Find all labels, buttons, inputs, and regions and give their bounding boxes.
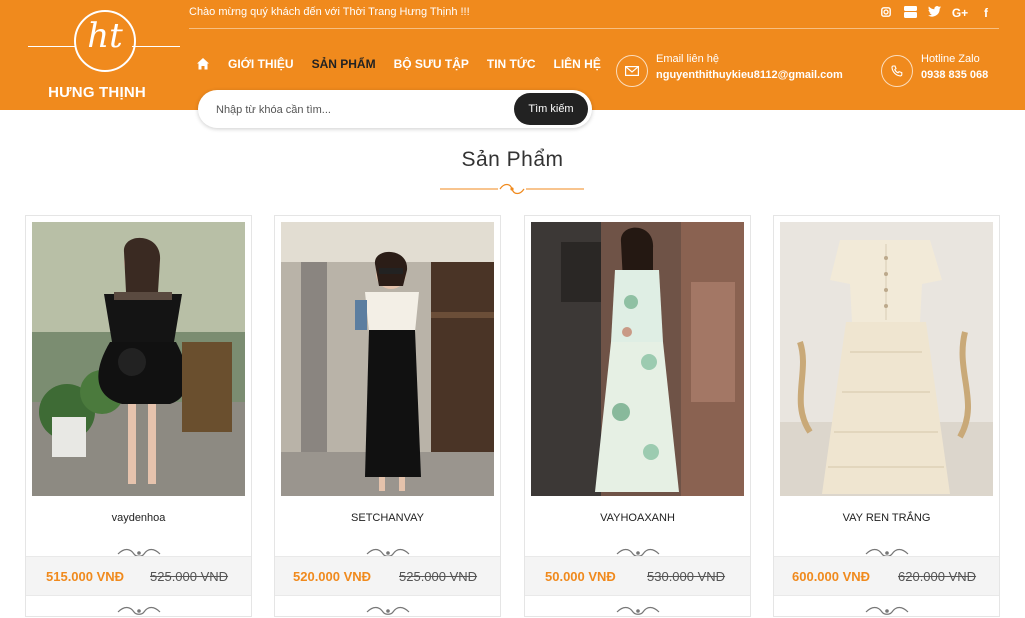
- product-name[interactable]: vaydenhoa: [26, 512, 251, 524]
- product-price: 50.000 VNĐ: [545, 569, 616, 584]
- main-nav: GIỚI THIỆU SẢN PHẨM BỘ SƯU TẬP TIN TỨC L…: [196, 57, 601, 71]
- product-price: 600.000 VNĐ: [792, 569, 871, 584]
- product-name[interactable]: SETCHANVAY: [275, 512, 500, 524]
- nav-item-lien-he[interactable]: LIÊN HỆ: [554, 57, 601, 71]
- top-divider: [189, 28, 999, 29]
- facebook-icon[interactable]: f: [979, 6, 993, 21]
- search-input[interactable]: [214, 90, 498, 130]
- mail-icon: [616, 55, 648, 87]
- product-name[interactable]: VAYHOAXANH: [525, 512, 750, 524]
- instagram-icon[interactable]: [879, 6, 893, 21]
- logo-monogram: ht: [87, 16, 123, 56]
- twitter-icon[interactable]: [927, 6, 941, 21]
- product-name[interactable]: VAY REN TRẮNG: [774, 512, 999, 524]
- google-plus-icon[interactable]: G+: [951, 6, 969, 21]
- price-row: 520.000 VNĐ 525.000 VNĐ: [275, 556, 500, 596]
- product-image[interactable]: [281, 222, 494, 496]
- home-icon[interactable]: [196, 57, 210, 71]
- ornament-icon: [616, 606, 660, 615]
- logo-flourish-left: [28, 46, 76, 47]
- ornament-icon: [117, 606, 161, 615]
- product-old-price: 525.000 VNĐ: [150, 569, 229, 584]
- nav-item-san-pham[interactable]: SẢN PHẨM: [312, 57, 376, 71]
- section-title: Sản Phẩm: [461, 148, 564, 171]
- product-card[interactable]: VAYHOAXANH 50.000 VNĐ 530.000 VNĐ: [524, 215, 751, 617]
- hotline-value[interactable]: 0938 835 068: [921, 69, 988, 81]
- product-card[interactable]: vaydenhoa 515.000 VNĐ 525.000 VNĐ: [25, 215, 252, 617]
- price-row: 50.000 VNĐ 530.000 VNĐ: [525, 556, 750, 596]
- brand-name: HƯNG THỊNH: [48, 84, 146, 101]
- price-row: 600.000 VNĐ 620.000 VNĐ: [774, 556, 999, 596]
- price-row: 515.000 VNĐ 525.000 VNĐ: [26, 556, 251, 596]
- email-value[interactable]: nguyenthithuykieu8112@gmail.com: [656, 69, 843, 81]
- product-price: 520.000 VNĐ: [293, 569, 372, 584]
- product-price: 515.000 VNĐ: [46, 569, 125, 584]
- product-image[interactable]: [531, 222, 744, 496]
- product-image[interactable]: [32, 222, 245, 496]
- product-card[interactable]: SETCHANVAY 520.000 VNĐ 525.000 VNĐ: [274, 215, 501, 617]
- product-card[interactable]: VAY REN TRẮNG 600.000 VNĐ 620.000 VNĐ: [773, 215, 1000, 617]
- youtube-icon[interactable]: [903, 6, 917, 21]
- social-links: G+ f: [879, 6, 993, 21]
- search-bar: Tìm kiếm: [198, 90, 592, 130]
- hotline-label: Hotline Zalo: [921, 53, 980, 65]
- product-old-price: 525.000 VNĐ: [399, 569, 478, 584]
- product-image[interactable]: [780, 222, 993, 496]
- title-divider-ornament: [440, 183, 584, 195]
- phone-icon: [881, 55, 913, 87]
- logo-flourish-right: [132, 46, 180, 47]
- email-label: Email liên hệ: [656, 53, 719, 65]
- email-contact[interactable]: Email liên hệ nguyenthithuykieu8112@gmai…: [616, 53, 843, 87]
- nav-item-bo-suu-tap[interactable]: BỘ SƯU TẬP: [394, 57, 469, 71]
- logo[interactable]: ht HƯNG THỊNH: [22, 6, 182, 104]
- nav-item-tin-tuc[interactable]: TIN TỨC: [487, 57, 536, 71]
- search-button[interactable]: Tìm kiếm: [514, 93, 588, 125]
- nav-item-gioi-thieu[interactable]: GIỚI THIỆU: [228, 57, 294, 71]
- ornament-icon: [366, 606, 410, 615]
- ornament-icon: [865, 606, 909, 615]
- product-old-price: 620.000 VNĐ: [898, 569, 977, 584]
- hotline-contact[interactable]: Hotline Zalo 0938 835 068: [881, 53, 988, 87]
- welcome-text: Chào mừng quý khách đến với Thời Trang H…: [189, 6, 470, 18]
- product-old-price: 530.000 VNĐ: [647, 569, 726, 584]
